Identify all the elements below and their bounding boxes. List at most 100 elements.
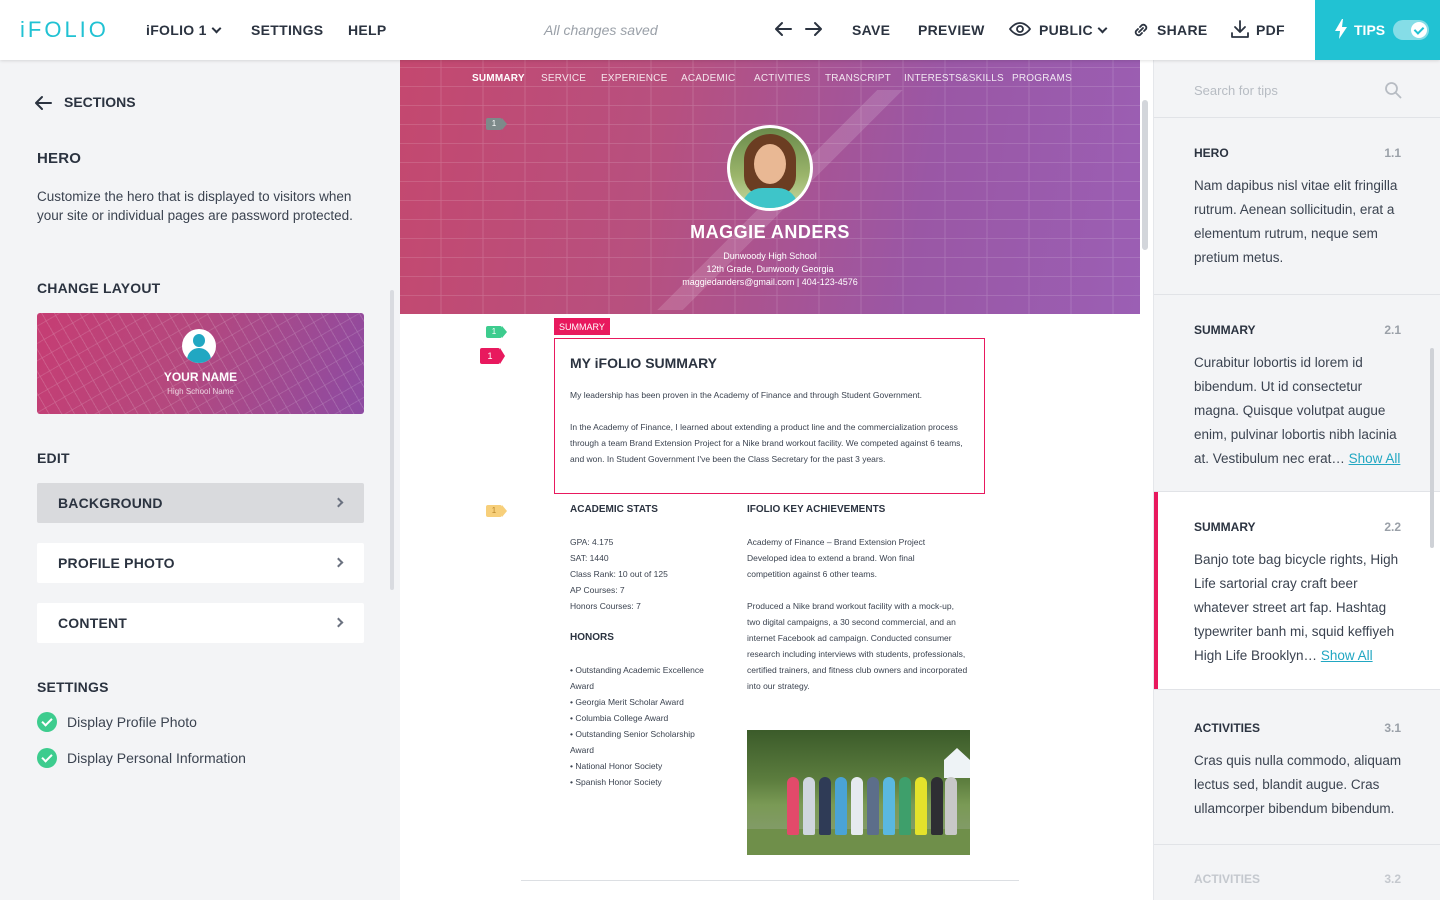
honor-item: • Outstanding Academic Excellence Award: [570, 665, 704, 691]
visibility-label: PUBLIC: [1039, 22, 1093, 38]
profile-photo[interactable]: [727, 125, 813, 211]
tip-card-active[interactable]: SUMMARY 2.2 Banjo tote bag bicycle right…: [1154, 492, 1440, 690]
tip-number: 2.2: [1384, 520, 1401, 534]
preview-button[interactable]: PREVIEW: [918, 22, 985, 38]
tip-number: 2.1: [1384, 323, 1401, 337]
chevron-right-icon: [333, 617, 344, 628]
folio-dropdown[interactable]: iFOLIO 1: [146, 22, 222, 38]
academic-stats-heading: ACADEMIC STATS: [570, 504, 658, 515]
show-all-link[interactable]: Show All: [1321, 648, 1373, 663]
download-icon: [1231, 20, 1249, 38]
help-link[interactable]: HELP: [348, 22, 387, 38]
edit-profile-photo-button[interactable]: PROFILE PHOTO: [37, 543, 364, 583]
share-button[interactable]: SHARE: [1131, 22, 1208, 38]
stat-item: SAT: 1440: [570, 553, 609, 563]
tip-card[interactable]: HERO 1.1 Nam dapibus nisl vitae elit fri…: [1154, 118, 1440, 295]
tip-title: HERO: [1194, 146, 1229, 160]
group-photo[interactable]: [747, 730, 970, 855]
left-scrollbar[interactable]: [390, 290, 394, 590]
profile-grade: 12th Grade, Dunwoody Georgia: [706, 264, 834, 274]
change-layout-heading: CHANGE LAYOUT: [37, 280, 161, 296]
hero-nav-interests-skills[interactable]: INTERESTS&SKILLS: [904, 73, 1004, 84]
edit-item-label: CONTENT: [58, 615, 128, 631]
hero-nav-summary[interactable]: SUMMARY: [472, 73, 525, 84]
tips-scrollbar[interactable]: [1430, 348, 1434, 548]
undo-arrow-icon[interactable]: [772, 18, 794, 40]
arrow-left-icon: [35, 96, 52, 110]
edit-item-label: PROFILE PHOTO: [58, 555, 175, 571]
left-sidebar: SECTIONS HERO Customize the hero that is…: [0, 60, 400, 900]
tips-panel: HERO 1.1 Nam dapibus nisl vitae elit fri…: [1153, 60, 1440, 900]
stat-item: GPA: 4.175: [570, 537, 614, 547]
tip-card[interactable]: SUMMARY 2.1 Curabitur lobortis id lorem …: [1154, 295, 1440, 492]
tips-switch[interactable]: [1393, 20, 1429, 40]
summary-title: MY iFOLIO SUMMARY: [570, 355, 717, 371]
check-circle-icon: [37, 712, 57, 732]
back-to-sections-button[interactable]: SECTIONS: [33, 94, 136, 110]
setting-label: Display Profile Photo: [67, 714, 197, 730]
profile-name: MAGGIE ANDERS: [690, 222, 850, 242]
tips-search-input[interactable]: [1194, 80, 1394, 100]
tip-body-wrap: Banjo tote bag bicycle rights, High Life…: [1194, 548, 1404, 668]
preview-scrollbar[interactable]: [1142, 100, 1148, 250]
summary-block[interactable]: MY iFOLIO SUMMARY My leadership has been…: [554, 338, 985, 494]
honor-item: • Spanish Honor Society: [570, 777, 662, 787]
edit-background-button[interactable]: BACKGROUND: [37, 483, 364, 523]
tips-search-bar: [1154, 60, 1440, 118]
achievement-paragraph: Produced a Nike brand workout facility w…: [747, 601, 968, 691]
setting-label: Display Personal Information: [67, 750, 246, 766]
visibility-dropdown[interactable]: PUBLIC: [1009, 22, 1108, 38]
settings-heading: SETTINGS: [37, 679, 109, 695]
profile-contact: maggiedanders@gmail.com | 404-123-4576: [682, 277, 858, 287]
hero-nav-academic[interactable]: ACADEMIC: [681, 73, 735, 84]
settings-link[interactable]: SETTINGS: [251, 22, 323, 38]
tip-body: Curabitur lobortis id lorem id bibendum.…: [1194, 355, 1397, 466]
edit-content-button[interactable]: CONTENT: [37, 603, 364, 643]
tip-card[interactable]: ACTIVITIES 3.1 Cras quis nulla commodo, …: [1154, 690, 1440, 845]
tip-marker[interactable]: 1: [486, 505, 507, 517]
redo-arrow-icon[interactable]: [803, 18, 825, 40]
tip-card[interactable]: ACTIVITIES 3.2: [1154, 845, 1440, 900]
honor-item: • National Honor Society: [570, 761, 663, 771]
panel-title: HERO: [37, 150, 82, 167]
hero-nav-experience[interactable]: EXPERIENCE: [601, 73, 667, 84]
ifolio-logo[interactable]: iFOLIO: [20, 17, 109, 43]
search-icon[interactable]: [1384, 81, 1402, 99]
tips-toggle-button[interactable]: TIPS: [1315, 0, 1440, 60]
chevron-down-icon: [1097, 23, 1108, 34]
tip-number: 3.2: [1384, 872, 1401, 886]
tip-marker[interactable]: 1: [486, 118, 507, 130]
check-circle-icon: [37, 748, 57, 768]
avatar-placeholder-icon: [182, 329, 216, 363]
pdf-button[interactable]: PDF: [1230, 20, 1285, 38]
top-bar: iFOLIO iFOLIO 1 SETTINGS HELP All change…: [0, 0, 1440, 60]
share-label: SHARE: [1157, 22, 1208, 38]
tip-body: Nam dapibus nisl vitae elit fringilla ru…: [1194, 178, 1398, 265]
honor-item: • Georgia Merit Scholar Award: [570, 697, 684, 707]
summary-paragraph: My leadership has been proven in the Aca…: [570, 390, 923, 400]
tip-title: SUMMARY: [1194, 520, 1256, 534]
layout-thumbnail[interactable]: YOUR NAME High School Name: [37, 313, 364, 414]
display-profile-photo-checkbox[interactable]: Display Profile Photo: [37, 712, 197, 732]
tip-number: 1.1: [1384, 146, 1401, 160]
tip-marker[interactable]: 1: [486, 326, 507, 338]
hero-nav-activities[interactable]: ACTIVITIES: [754, 73, 810, 84]
edit-heading: EDIT: [37, 450, 70, 466]
section-tag: SUMMARY: [554, 318, 610, 335]
hero-section[interactable]: SUMMARY SERVICE EXPERIENCE ACADEMIC ACTI…: [400, 60, 1140, 314]
stat-item: Class Rank: 10 out of 125: [570, 569, 668, 579]
chevron-down-icon: [211, 23, 222, 34]
chevron-right-icon: [333, 497, 344, 508]
tip-title: ACTIVITIES: [1194, 872, 1261, 886]
display-personal-info-checkbox[interactable]: Display Personal Information: [37, 748, 246, 768]
show-all-link[interactable]: Show All: [1349, 451, 1401, 466]
hero-nav-service[interactable]: SERVICE: [541, 73, 586, 84]
achievements-heading: IFOLIO KEY ACHIEVEMENTS: [747, 504, 886, 515]
save-button[interactable]: SAVE: [852, 22, 890, 38]
folio-dropdown-label: iFOLIO 1: [146, 22, 207, 38]
hero-nav-transcript[interactable]: TRANSCRIPT: [825, 73, 891, 84]
tip-marker-active[interactable]: 1: [480, 348, 505, 364]
honors-heading: HONORS: [570, 632, 614, 643]
summary-paragraph: In the Academy of Finance, I learned abo…: [570, 422, 963, 464]
hero-nav-programs[interactable]: PROGRAMS: [1012, 73, 1072, 84]
